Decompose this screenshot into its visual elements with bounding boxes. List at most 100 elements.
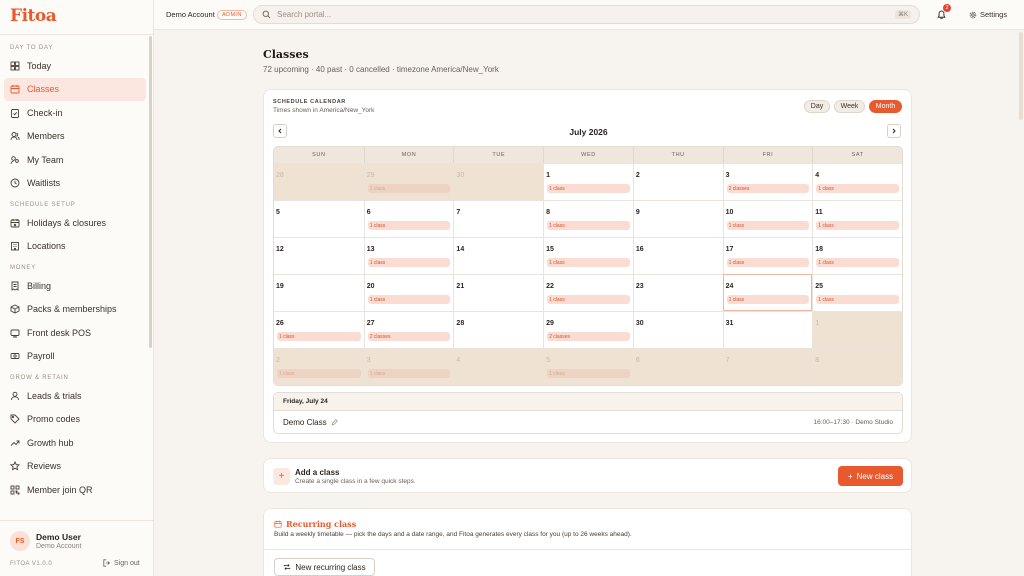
- class-count-chip[interactable]: 1 class: [726, 295, 810, 304]
- class-count-chip[interactable]: 1 class: [547, 221, 630, 230]
- main-scrollbar[interactable]: [1019, 32, 1023, 120]
- new-class-button[interactable]: + New class: [838, 466, 903, 486]
- calendar-day[interactable]: 16: [632, 237, 723, 274]
- calendar-day[interactable]: 17 1 class: [722, 237, 813, 274]
- account-name[interactable]: Demo Account: [166, 10, 215, 19]
- class-count-chip[interactable]: 1 class: [816, 295, 899, 304]
- calendar-day[interactable]: 30: [453, 163, 544, 200]
- class-count-chip[interactable]: 1 class: [367, 295, 451, 304]
- class-count-chip[interactable]: 1 class: [277, 332, 361, 341]
- calendar-day[interactable]: 22 1 class: [543, 274, 633, 311]
- sidebar-scrollbar[interactable]: [149, 36, 152, 348]
- next-month-button[interactable]: [887, 124, 901, 138]
- calendar-day[interactable]: 5 1 class: [543, 348, 633, 385]
- class-count-chip[interactable]: 1 class: [816, 258, 899, 267]
- calendar-day[interactable]: 5: [274, 200, 364, 237]
- class-count-chip[interactable]: 2 classes: [367, 332, 451, 341]
- calendar-day[interactable]: 8: [812, 348, 902, 385]
- calendar-day[interactable]: 9: [632, 200, 723, 237]
- calendar-day[interactable]: 15 1 class: [543, 237, 633, 274]
- sidebar-item-growth-hub[interactable]: Growth hub: [4, 431, 146, 455]
- calendar-day[interactable]: 29 1 class: [363, 163, 454, 200]
- class-count-chip[interactable]: 1 class: [367, 258, 451, 267]
- class-count-chip[interactable]: 1 class: [277, 369, 361, 378]
- calendar-day[interactable]: 1: [812, 311, 902, 348]
- calendar-day[interactable]: 25 1 class: [812, 274, 902, 311]
- calendar-day[interactable]: 21: [453, 274, 544, 311]
- search-input[interactable]: [277, 10, 895, 19]
- calendar-day[interactable]: 12: [274, 237, 364, 274]
- view-day-button[interactable]: Day: [804, 100, 830, 113]
- calendar-day[interactable]: 14: [453, 237, 544, 274]
- pencil-icon[interactable]: [331, 419, 338, 426]
- calendar-day[interactable]: 13 1 class: [363, 237, 454, 274]
- calendar-day[interactable]: 2 1 class: [274, 348, 364, 385]
- calendar-day[interactable]: 28: [453, 311, 544, 348]
- calendar-day[interactable]: 31: [722, 311, 813, 348]
- class-count-chip[interactable]: 1 class: [547, 295, 630, 304]
- class-count-chip[interactable]: 1 class: [816, 221, 899, 230]
- class-count-chip[interactable]: 2 classes: [726, 184, 810, 193]
- sidebar-item-my-team[interactable]: My Team: [4, 148, 146, 172]
- calendar-day[interactable]: 1 1 class: [543, 163, 633, 200]
- sign-out-button[interactable]: Sign out: [103, 559, 140, 567]
- avatar[interactable]: FS: [10, 531, 30, 551]
- calendar-day[interactable]: 20 1 class: [363, 274, 454, 311]
- calendar-day[interactable]: 26 1 class: [274, 311, 364, 348]
- day-number: 8: [815, 357, 820, 364]
- calendar-day[interactable]: 10 1 class: [722, 200, 813, 237]
- calendar-day[interactable]: 30: [632, 311, 723, 348]
- calendar-day[interactable]: 19: [274, 274, 364, 311]
- calendar-day[interactable]: 29 2 classes: [543, 311, 633, 348]
- sidebar-item-members[interactable]: Members: [4, 125, 146, 149]
- class-count-chip[interactable]: 1 class: [367, 221, 451, 230]
- settings-button[interactable]: Settings: [969, 10, 1007, 19]
- calendar-day[interactable]: 7: [453, 200, 544, 237]
- class-count-chip[interactable]: 1 class: [816, 184, 899, 193]
- sidebar-item-reviews[interactable]: Reviews: [4, 455, 146, 479]
- calendar-day[interactable]: 4: [453, 348, 544, 385]
- class-count-chip[interactable]: 1 class: [547, 184, 630, 193]
- sidebar-item-classes[interactable]: Classes: [4, 77, 146, 101]
- calendar-day[interactable]: 28: [274, 163, 364, 200]
- sidebar-item-packs-memberships[interactable]: Packs & memberships: [4, 298, 146, 322]
- sidebar-item-locations[interactable]: Locations: [4, 235, 146, 259]
- class-count-chip[interactable]: 1 class: [547, 258, 630, 267]
- sidebar-item-billing[interactable]: Billing: [4, 274, 146, 298]
- new-recurring-class-button[interactable]: New recurring class: [274, 558, 375, 576]
- notification-count: 2: [943, 4, 951, 12]
- class-count-chip[interactable]: 1 class: [367, 184, 451, 193]
- sidebar-item-holidays-closures[interactable]: Holidays & closures: [4, 211, 146, 235]
- class-count-chip[interactable]: 2 classes: [547, 332, 630, 341]
- calendar-day[interactable]: 3 1 class: [363, 348, 454, 385]
- sidebar-item-promo-codes[interactable]: Promo codes: [4, 408, 146, 432]
- class-count-chip[interactable]: 1 class: [367, 369, 451, 378]
- sidebar-item-front-desk-pos[interactable]: Front desk POS: [4, 321, 146, 345]
- calendar-day[interactable]: 7: [722, 348, 813, 385]
- calendar-day[interactable]: 2: [632, 163, 723, 200]
- view-month-button[interactable]: Month: [869, 100, 902, 113]
- view-week-button[interactable]: Week: [834, 100, 865, 113]
- calendar-day[interactable]: 3 2 classes: [722, 163, 813, 200]
- calendar-day[interactable]: 6: [632, 348, 723, 385]
- class-count-chip[interactable]: 1 class: [547, 369, 630, 378]
- search-bar[interactable]: ⌘K: [253, 5, 920, 24]
- class-count-chip[interactable]: 1 class: [726, 221, 810, 230]
- app-logo[interactable]: Fitoa: [10, 6, 57, 26]
- class-count-chip[interactable]: 1 class: [726, 258, 810, 267]
- sidebar-item-waitlists[interactable]: Waitlists: [4, 172, 146, 196]
- calendar-day[interactable]: 6 1 class: [363, 200, 454, 237]
- sidebar-item-member-join-qr[interactable]: Member join QR: [4, 478, 146, 502]
- sidebar-item-check-in[interactable]: Check-in: [4, 101, 146, 125]
- calendar-day[interactable]: 8 1 class: [543, 200, 633, 237]
- calendar-day[interactable]: 18 1 class: [812, 237, 902, 274]
- calendar-day-selected[interactable]: 24 1 class: [722, 274, 813, 311]
- sidebar-item-leads-trials[interactable]: Leads & trials: [4, 384, 146, 408]
- calendar-day[interactable]: 27 2 classes: [363, 311, 454, 348]
- sidebar-item-payroll[interactable]: Payroll: [4, 345, 146, 369]
- calendar-day[interactable]: 4 1 class: [812, 163, 902, 200]
- calendar-day[interactable]: 11 1 class: [812, 200, 902, 237]
- class-entry[interactable]: Demo Class: [283, 418, 338, 427]
- sidebar-item-today[interactable]: Today: [4, 54, 146, 78]
- calendar-day[interactable]: 23: [632, 274, 723, 311]
